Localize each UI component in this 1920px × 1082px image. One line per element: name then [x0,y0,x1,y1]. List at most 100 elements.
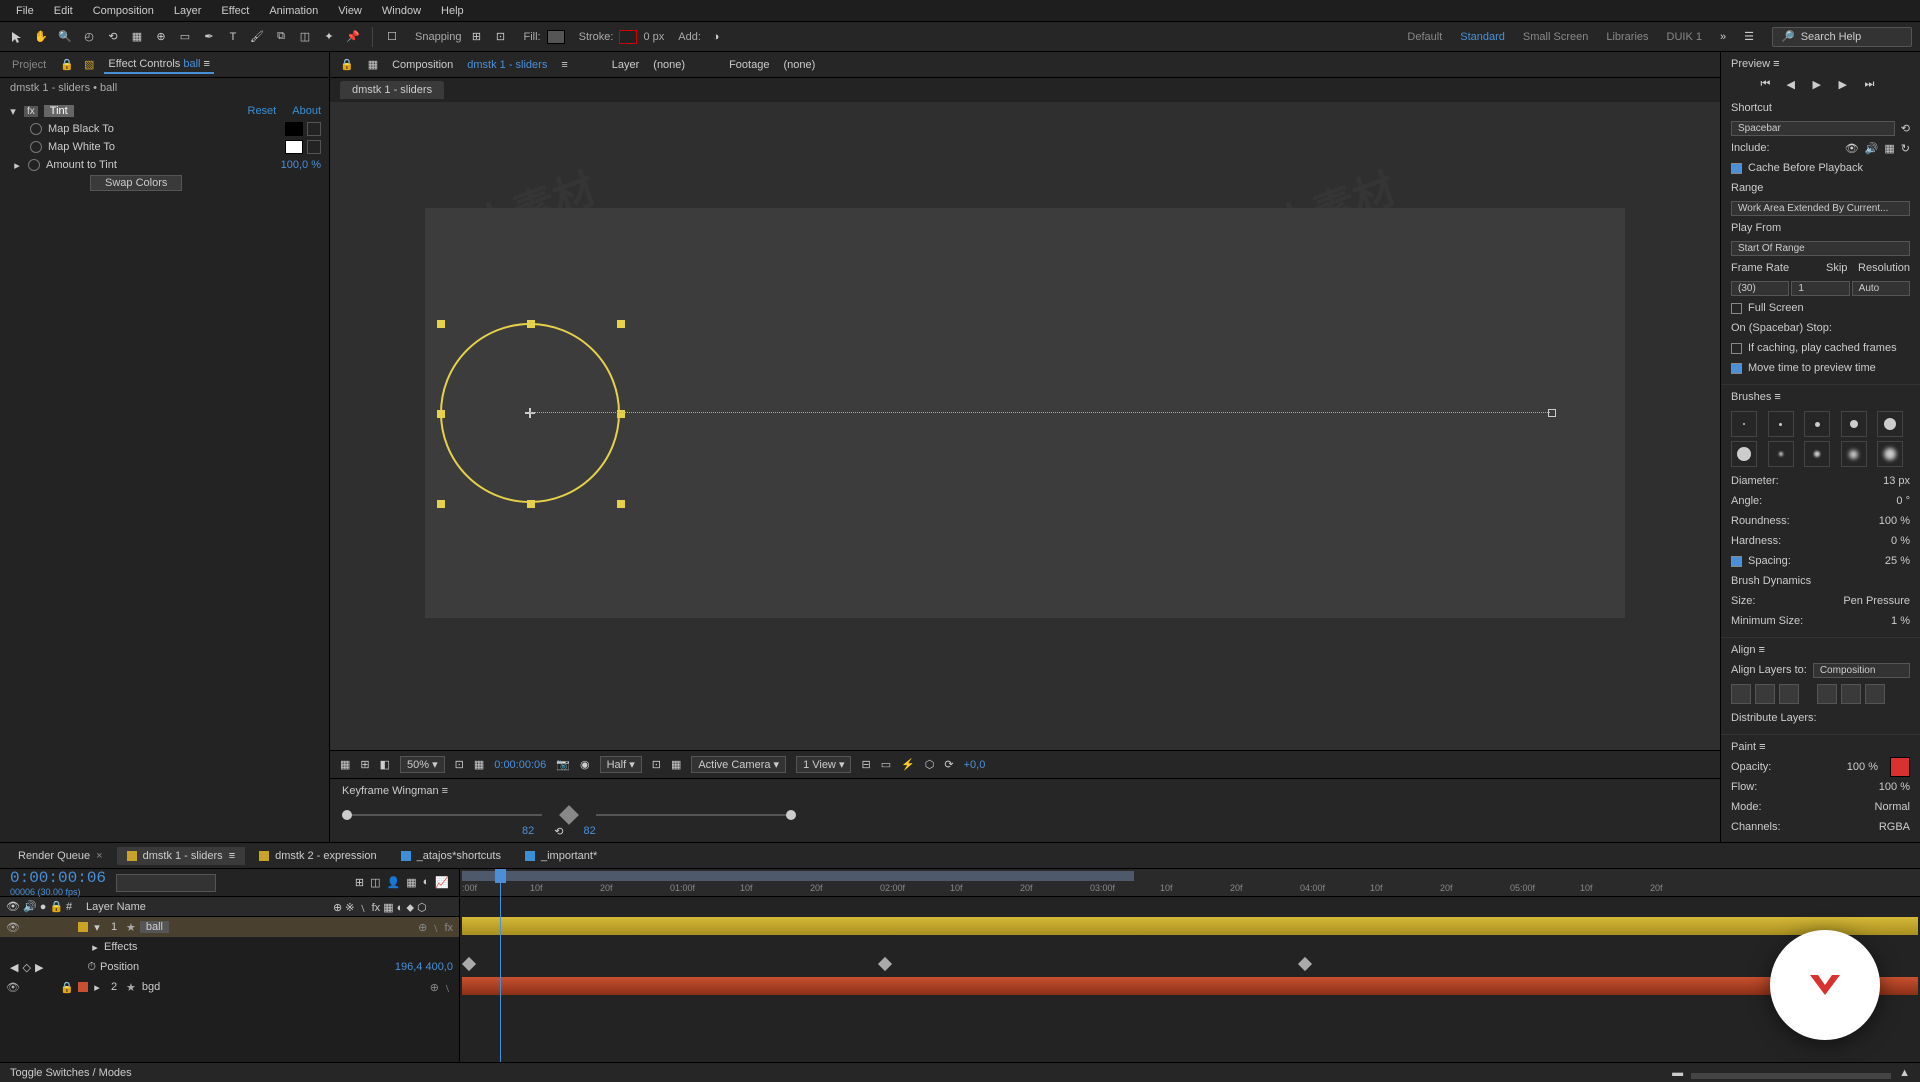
brush-preset[interactable] [1731,441,1757,467]
align-vcenter-button[interactable] [1841,684,1861,704]
prev-frame-icon[interactable]: ◀ [1787,78,1803,94]
keyframe-icon[interactable] [878,957,892,971]
hardness-value[interactable]: 0 % [1891,535,1910,547]
stroke-width[interactable]: 0 px [643,31,664,43]
hand-tool-icon[interactable]: ✋ [32,28,50,46]
menu-help[interactable]: Help [431,5,474,17]
layer-name[interactable]: ball [140,921,169,933]
align-right-button[interactable] [1779,684,1799,704]
spacing-checkbox[interactable] [1731,556,1742,567]
roto-tool-icon[interactable]: ✦ [320,28,338,46]
paint-color-swatch[interactable] [1890,757,1910,777]
workspace-small[interactable]: Small Screen [1523,31,1588,43]
workspace-duik[interactable]: DUIK 1 [1667,31,1702,43]
layer-bar-bgd[interactable] [462,977,1918,995]
brush-preset[interactable] [1841,441,1867,467]
twirl-right-icon[interactable]: ▸ [92,981,102,994]
stopwatch-on-icon[interactable]: ⏱ [87,961,96,974]
layer-row-ball[interactable]: 👁 ▾ 1 ★ ball ⊕ ﹨ fx [0,917,459,937]
orbit-tool-icon[interactable]: ◴ [80,28,98,46]
angle-value[interactable]: 0 ° [1896,495,1910,507]
ease-out-slider[interactable] [596,805,796,825]
pan-behind-tool-icon[interactable]: ⊕ [152,28,170,46]
fx-badge-icon[interactable]: fx [24,106,38,117]
zoom-out-icon[interactable]: ▬ [1672,1067,1683,1079]
ease-in-slider[interactable] [342,805,542,825]
effect-name[interactable]: Tint [44,105,74,117]
timeline-tab-4[interactable]: _important* [515,847,607,865]
snapping-label[interactable]: Snapping [415,31,462,43]
roi-icon[interactable]: ⊡ [652,758,661,771]
align-bottom-button[interactable] [1865,684,1885,704]
timeline-tab-3[interactable]: _atajos*shortcuts [391,847,511,865]
fast-preview-icon[interactable]: ⚡ [901,758,915,771]
transform-handle[interactable] [437,500,445,508]
menu-composition[interactable]: Composition [83,5,164,17]
workspace-overflow-icon[interactable]: » [1720,31,1726,43]
dyn-minsize-value[interactable]: 1 % [1891,615,1910,627]
layer-search[interactable] [116,874,216,892]
puppet-tool-icon[interactable]: 📌 [344,28,362,46]
align-to-dropdown[interactable]: Composition [1813,663,1910,678]
fill-swatch[interactable] [547,30,565,44]
dyn-size-value[interactable]: Pen Pressure [1843,595,1910,607]
movetime-checkbox[interactable] [1731,363,1742,374]
amount-value[interactable]: 100,0 % [281,159,321,171]
menu-window[interactable]: Window [372,5,431,17]
comp-canvas[interactable] [425,208,1625,618]
stopwatch-icon[interactable] [30,141,42,153]
type-tool-icon[interactable]: T [224,28,242,46]
time-ruler[interactable]: :00f 10f 20f 01:00f 10f 20f 02:00f 10f 2… [460,869,1920,897]
align-top-button[interactable] [1817,684,1837,704]
effect-controls-tab[interactable]: Effect Controls ball ≡ [104,56,214,74]
about-link[interactable]: About [292,105,321,117]
framerate-dropdown[interactable]: (30) [1731,281,1789,296]
brush-preset[interactable] [1841,411,1867,437]
menu-edit[interactable]: Edit [44,5,83,17]
first-frame-icon[interactable]: ⏮ [1761,78,1777,94]
transparency-icon[interactable]: ▦ [671,758,681,771]
paint-mode-value[interactable]: Normal [1875,801,1910,813]
preview-res-dropdown[interactable]: Auto [1852,281,1910,296]
layer-effects-group[interactable]: ▸ Effects [0,937,459,957]
transform-handle[interactable] [437,410,445,418]
mask-icon[interactable]: ◧ [380,758,390,771]
workspace-menu-icon[interactable]: ☰ [1744,30,1754,43]
transform-handle[interactable] [617,500,625,508]
range-dropdown[interactable]: Work Area Extended By Current... [1731,201,1910,216]
layer-position-row[interactable]: ◀ ◇ ▶ ⏱ Position 196,4 400,0 [0,957,459,977]
transform-handle[interactable] [437,320,445,328]
camera-dropdown[interactable]: Active Camera ▾ [691,756,786,773]
keyframe-nav-add-icon[interactable]: ◇ [22,961,30,974]
resolution-dropdown[interactable]: Half ▾ [600,756,642,773]
align-left-button[interactable] [1731,684,1751,704]
eyedropper-icon[interactable] [307,122,321,136]
play-icon[interactable]: ▶ [1813,78,1829,94]
layer-color-icon[interactable] [78,922,88,932]
playfrom-dropdown[interactable]: Start Of Range [1731,241,1910,256]
paint-opacity-value[interactable]: 100 % [1847,761,1878,773]
stopwatch-icon[interactable] [30,123,42,135]
brush-preset[interactable] [1804,411,1830,437]
stopwatch-icon[interactable] [28,159,40,171]
cache-checkbox[interactable] [1731,163,1742,174]
ifcache-checkbox[interactable] [1731,343,1742,354]
shape-tool-icon[interactable]: ▭ [176,28,194,46]
timeline-tab-1[interactable]: dmstk 1 - sliders ≡ [117,847,246,865]
camera-tool-icon[interactable]: ▦ [128,28,146,46]
brush-preset[interactable] [1804,441,1830,467]
rotate-tool-icon[interactable]: ⟲ [104,28,122,46]
map-white-swatch[interactable] [285,140,303,154]
twirl-right-icon[interactable]: ▸ [12,159,22,172]
twirl-down-icon[interactable]: ▾ [92,921,102,934]
reset-link[interactable]: Reset [248,105,277,117]
menu-view[interactable]: View [328,5,372,17]
shortcut-dropdown[interactable]: Spacebar [1731,121,1895,136]
zoom-in-icon[interactable]: ▲ [1899,1067,1910,1079]
visibility-icon[interactable]: 👁 [6,981,20,994]
eraser-tool-icon[interactable]: ◫ [296,28,314,46]
work-area-bar[interactable] [462,871,1134,881]
timeline-tab-2[interactable]: dmstk 2 - expression [249,847,386,865]
clone-tool-icon[interactable]: ⧉ [272,28,290,46]
keyframe-marker-icon[interactable] [1548,409,1556,417]
